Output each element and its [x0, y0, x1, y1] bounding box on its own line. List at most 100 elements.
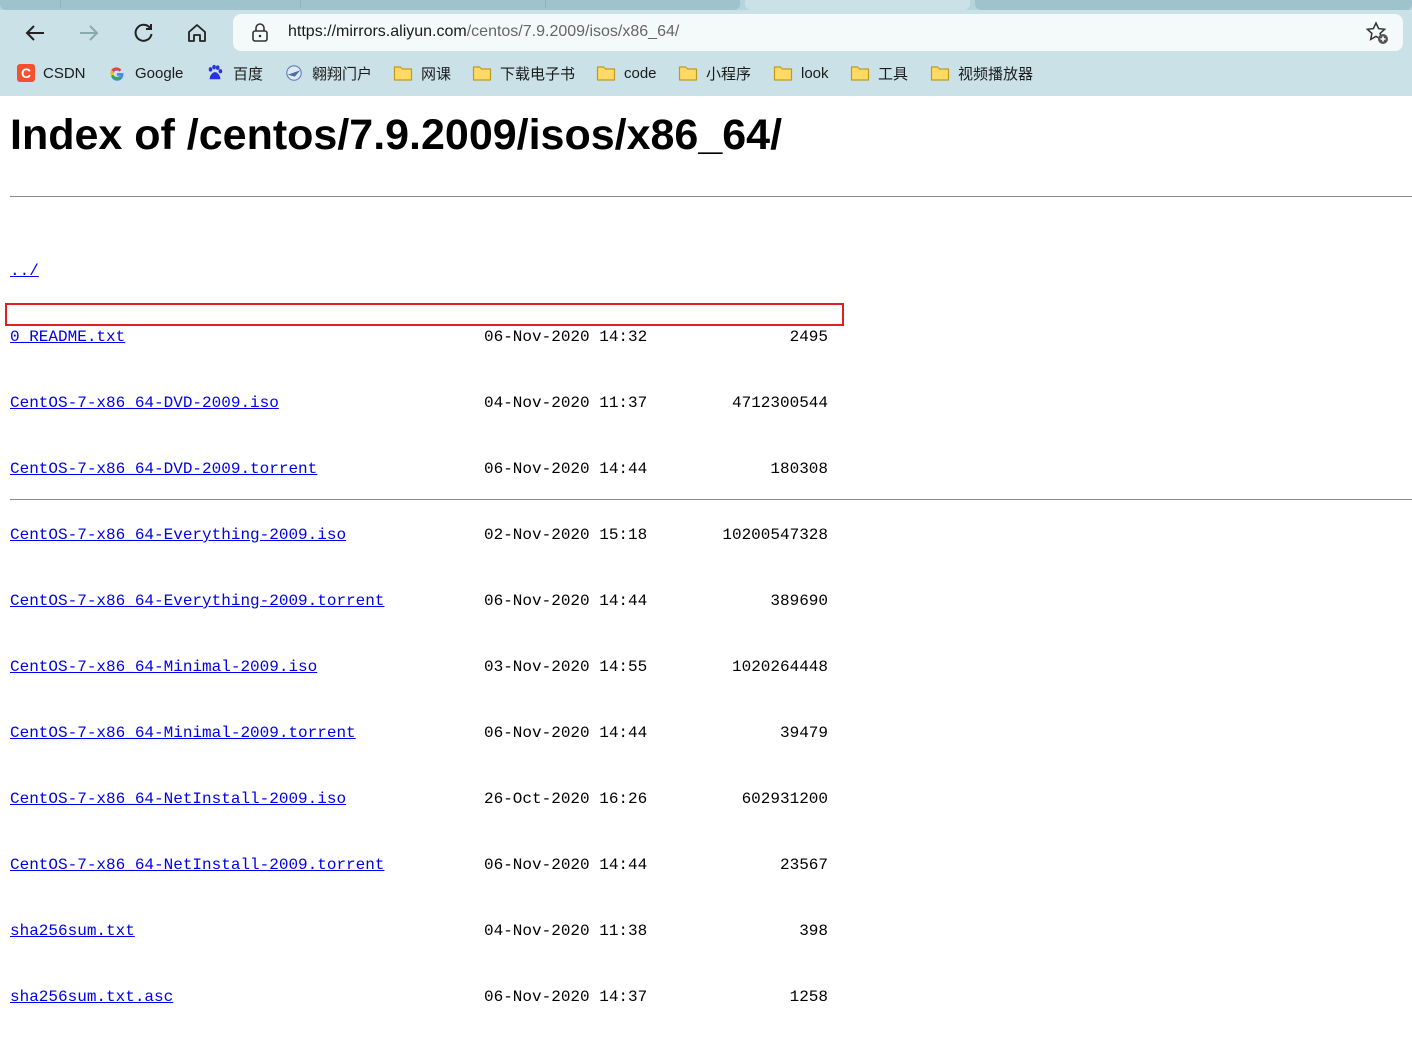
file-date: 06-Nov-2020 14:44 [484, 592, 648, 610]
folder-icon [472, 66, 492, 81]
home-icon [188, 24, 206, 42]
file-date: 04-Nov-2020 11:38 [484, 922, 648, 940]
top-divider [10, 196, 1412, 197]
file-link[interactable]: CentOS-7-x86_64-Minimal-2009.torrent [10, 722, 356, 744]
bookmark-google[interactable]: Google [107, 58, 183, 88]
folder-icon [596, 66, 616, 81]
file-size: 398 [799, 922, 828, 940]
list-item: CentOS-7-x86_64-Everything-2009.iso 02-No… [10, 524, 828, 546]
file-date: 04-Nov-2020 11:37 [484, 394, 648, 412]
page-title: Index of /centos/7.9.2009/isos/x86_64/ [10, 111, 783, 159]
tab-strip [0, 0, 1412, 10]
folder-icon [773, 66, 793, 81]
portal-icon [286, 65, 302, 81]
file-link[interactable]: CentOS-7-x86_64-Minimal-2009.iso [10, 656, 317, 678]
bookmark-folder-look[interactable]: look [773, 58, 829, 88]
browser-chrome: https://mirrors.aliyun.com/centos/7.9.20… [0, 0, 1412, 96]
file-date: 06-Nov-2020 14:44 [484, 724, 648, 742]
bookmark-label: 工具 [878, 65, 909, 83]
folder-icon [850, 66, 870, 81]
file-date: 06-Nov-2020 14:32 [484, 328, 648, 346]
list-item: CentOS-7-x86_64-NetInstall-2009.iso 26-Oc… [10, 788, 828, 810]
file-size: 10200547328 [722, 526, 828, 544]
file-link[interactable]: CentOS-7-x86_64-DVD-2009.iso [10, 392, 279, 414]
list-item: CentOS-7-x86_64-DVD-2009.torrent 06-Nov-2… [10, 458, 828, 480]
bookmark-baidu[interactable]: 百度 [205, 58, 263, 88]
url-text[interactable]: https://mirrors.aliyun.com/centos/7.9.20… [288, 23, 679, 41]
file-link[interactable]: CentOS-7-x86_64-NetInstall-2009.torrent [10, 854, 384, 876]
bottom-divider [10, 499, 1412, 500]
folder-icon [930, 66, 950, 81]
bookmark-folder-video-player[interactable]: 视频播放器 [930, 58, 1033, 88]
file-link[interactable]: sha256sum.txt [10, 920, 135, 942]
list-item: sha256sum.txt.asc 06-Nov-2020 14:37 1258 [10, 986, 828, 1008]
file-size: 1258 [789, 988, 828, 1006]
file-link[interactable]: CentOS-7-x86_64-Everything-2009.iso [10, 524, 346, 546]
arrow-left-icon [25, 25, 44, 41]
file-link[interactable]: 0_README.txt [10, 326, 125, 348]
file-listing: ../ 0_README.txt 06-Nov-2020 14:32 2495 Ce… [10, 216, 828, 1052]
bookmark-folder-tools[interactable]: 工具 [850, 58, 908, 88]
file-date: 06-Nov-2020 14:44 [484, 856, 648, 874]
bookmark-folder-code[interactable]: code [596, 58, 657, 88]
file-size: 2495 [789, 328, 828, 346]
bookmark-portal[interactable]: 翱翔门户 [284, 58, 372, 88]
parent-directory-link[interactable]: ../ [10, 260, 39, 282]
tab-right[interactable] [975, 0, 1412, 10]
file-date: 03-Nov-2020 14:55 [484, 658, 648, 676]
bookmark-folder-wangke[interactable]: 网课 [393, 58, 451, 88]
list-item: CentOS-7-x86_64-NetInstall-2009.torrent 0… [10, 854, 828, 876]
refresh-button[interactable] [128, 18, 158, 48]
file-date: 26-Oct-2020 16:26 [484, 790, 648, 808]
file-link[interactable]: CentOS-7-x86_64-Everything-2009.torrent [10, 590, 384, 612]
list-item: sha256sum.txt 04-Nov-2020 11:38 398 [10, 920, 828, 942]
file-size: 1020264448 [731, 658, 828, 676]
tab-separator [300, 0, 301, 8]
bookmark-label: Google [135, 64, 184, 82]
list-item-parent: ../ [10, 260, 48, 282]
tab-active[interactable] [745, 0, 970, 10]
bookmark-label: 下载电子书 [500, 65, 576, 83]
home-button[interactable] [182, 18, 212, 48]
bookmark-label: 网课 [421, 65, 452, 83]
bookmark-label: code [624, 64, 657, 82]
file-size: 389690 [770, 592, 828, 610]
bookmark-folder-miniprogram[interactable]: 小程序 [678, 58, 751, 88]
bookmark-label: CSDN [43, 64, 86, 82]
file-size: 39479 [779, 724, 828, 742]
google-icon [110, 67, 124, 81]
bookmark-label: 小程序 [706, 65, 752, 83]
file-link[interactable]: CentOS-7-x86_64-NetInstall-2009.iso [10, 788, 346, 810]
file-date: 02-Nov-2020 15:18 [484, 526, 648, 544]
tab-left[interactable] [0, 0, 740, 10]
folder-icon [678, 66, 698, 81]
bookmark-label: look [801, 64, 829, 82]
back-button[interactable] [20, 18, 50, 48]
lock-icon[interactable] [251, 23, 269, 42]
bookmarks-bar: C CSDN Google 百度 翱翔门户 网课 下载电子书 code 小程序 … [0, 58, 1412, 88]
file-size: 4712300544 [731, 394, 828, 412]
list-item: CentOS-7-x86_64-DVD-2009.iso 04-Nov-2020 … [10, 392, 828, 414]
file-size: 602931200 [741, 790, 828, 808]
file-date: 06-Nov-2020 14:37 [484, 988, 648, 1006]
file-size: 180308 [770, 460, 828, 478]
file-link[interactable]: sha256sum.txt.asc [10, 986, 173, 1008]
list-item: CentOS-7-x86_64-Minimal-2009.torrent 06-N… [10, 722, 828, 744]
list-item: 0_README.txt 06-Nov-2020 14:32 2495 [10, 326, 828, 348]
url-path: /centos/7.9.2009/isos/x86_64/ [466, 23, 680, 40]
file-link[interactable]: CentOS-7-x86_64-DVD-2009.torrent [10, 458, 317, 480]
csdn-icon: C [17, 64, 35, 82]
baidu-icon [208, 64, 223, 80]
tab-separator [545, 0, 546, 8]
address-bar[interactable]: https://mirrors.aliyun.com/centos/7.9.20… [233, 14, 1403, 51]
add-favorite-icon[interactable] [1365, 21, 1389, 45]
bookmark-label: 百度 [233, 65, 264, 83]
folder-icon [393, 66, 413, 81]
forward-button[interactable] [74, 18, 104, 48]
refresh-icon [134, 23, 153, 42]
highlight-box [5, 303, 844, 326]
page-content: Index of /centos/7.9.2009/isos/x86_64/ .… [0, 96, 1412, 1006]
bookmark-label: 视频播放器 [958, 65, 1034, 83]
bookmark-folder-ebooks[interactable]: 下载电子书 [472, 58, 575, 88]
bookmark-csdn[interactable]: C CSDN [17, 58, 86, 88]
